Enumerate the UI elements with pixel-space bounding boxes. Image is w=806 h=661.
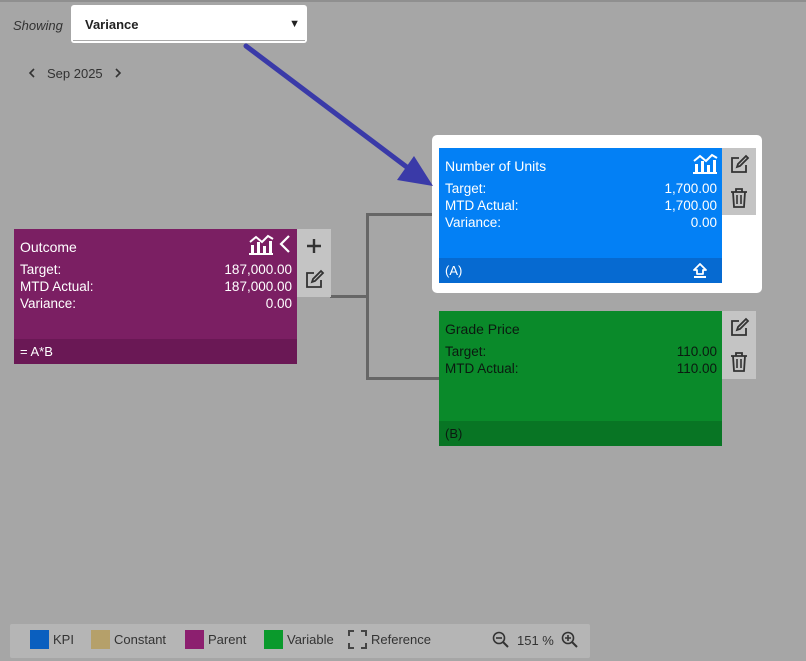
legend-swatch <box>264 630 283 649</box>
legend-swatch <box>91 630 110 649</box>
legend-label: Parent <box>208 632 247 647</box>
legend-label: Variable <box>287 632 334 647</box>
legend-label: Reference <box>371 632 431 647</box>
legend-label: KPI <box>53 632 74 647</box>
legend-item-parent: Parent <box>185 630 246 649</box>
legend-swatch <box>30 630 49 649</box>
legend-item-constant: Constant <box>91 630 166 649</box>
arrow-shaft <box>243 43 411 171</box>
zoom-in-icon[interactable] <box>560 630 580 650</box>
legend-label: Constant <box>114 632 167 647</box>
legend-item-variable: Variable <box>264 630 334 649</box>
legend-swatch <box>185 630 204 649</box>
annotation-arrow <box>243 43 433 186</box>
arrow-head <box>397 156 433 186</box>
legend-bar: KPI Constant Parent Variable Reference 1… <box>10 624 590 658</box>
zoom-level: 151 % <box>517 633 554 648</box>
zoom-out-icon[interactable] <box>491 630 511 650</box>
legend-item-kpi: KPI <box>30 630 74 649</box>
legend-swatch <box>348 630 367 649</box>
legend-item-reference: Reference <box>348 630 431 649</box>
